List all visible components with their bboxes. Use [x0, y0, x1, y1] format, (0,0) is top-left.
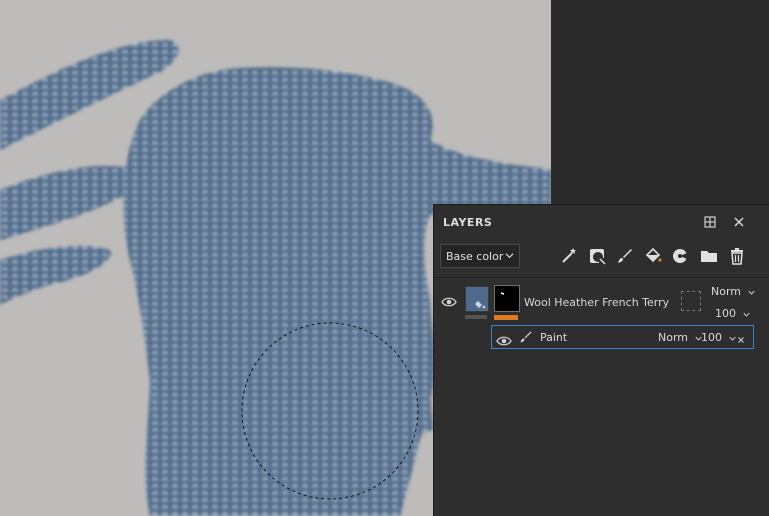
delete-layer-button[interactable]	[726, 245, 748, 267]
add-paint-layer-button[interactable]	[614, 245, 636, 267]
layers-panel: LAYERS Base color Wool Heather French Te…	[433, 204, 769, 516]
fill-layer-icon	[475, 301, 486, 309]
layer-options-box[interactable]	[681, 291, 701, 311]
layer-color-thumbnail[interactable]	[465, 286, 489, 312]
trash-icon	[731, 248, 743, 265]
sublayer-opacity-value: 100	[701, 331, 722, 344]
layer-list-empty-area[interactable]	[434, 351, 769, 516]
layer-opacity[interactable]: 100	[715, 307, 750, 320]
layer-name[interactable]: Wool Heather French Terry	[524, 296, 669, 309]
add-fill-layer-button[interactable]	[642, 245, 664, 267]
fill-bucket-icon	[645, 247, 662, 263]
magic-wand-icon	[562, 248, 576, 263]
dock-panel-button[interactable]	[702, 214, 718, 230]
chevron-down-icon	[742, 312, 750, 317]
sublayer-row-paint[interactable]: Paint Norm 100	[491, 325, 754, 349]
layer-blend-mode[interactable]: Norm	[711, 285, 755, 298]
paint-brush-icon	[520, 331, 532, 343]
folder-icon	[701, 251, 717, 262]
close-icon	[734, 217, 744, 227]
chevron-down-icon	[747, 290, 755, 295]
layer-blend-mode-value: Norm	[711, 285, 742, 298]
dock-icon	[704, 216, 716, 228]
close-panel-button[interactable]	[731, 214, 747, 230]
add-mask-button[interactable]	[586, 245, 608, 267]
layer-visibility-toggle[interactable]	[441, 293, 459, 307]
chevron-down-icon	[505, 253, 514, 259]
add-effect-button[interactable]	[670, 245, 692, 267]
sublayer-opacity[interactable]: 100	[701, 331, 736, 344]
sublayer-name[interactable]: Paint	[540, 331, 567, 344]
eye-icon	[496, 336, 512, 346]
layer-mask-thumbnail[interactable]	[494, 285, 520, 312]
sublayer-visibility-toggle[interactable]	[496, 332, 514, 346]
add-folder-button[interactable]	[698, 245, 720, 267]
sublayer-remove-button[interactable]	[736, 330, 746, 349]
eye-icon	[441, 297, 457, 307]
sublayer-blend-mode[interactable]: Norm	[658, 331, 702, 344]
layer-color-indicator	[465, 315, 487, 319]
chevron-down-icon	[728, 336, 736, 341]
magic-wand-button[interactable]	[558, 245, 580, 267]
layer-opacity-value: 100	[715, 307, 736, 320]
effect-icon	[673, 249, 688, 263]
channel-select-value: Base color	[446, 249, 504, 263]
mask-stroke-icon	[500, 292, 505, 295]
layers-toolbar: Base color	[434, 243, 769, 273]
layer-mask-indicator	[494, 315, 518, 320]
channel-select[interactable]: Base color	[440, 244, 520, 268]
sublayer-blend-mode-value: Norm	[658, 331, 689, 344]
close-icon	[738, 337, 744, 343]
mask-icon	[590, 249, 606, 265]
panel-title: LAYERS	[443, 216, 493, 229]
paint-brush-icon	[618, 249, 632, 263]
